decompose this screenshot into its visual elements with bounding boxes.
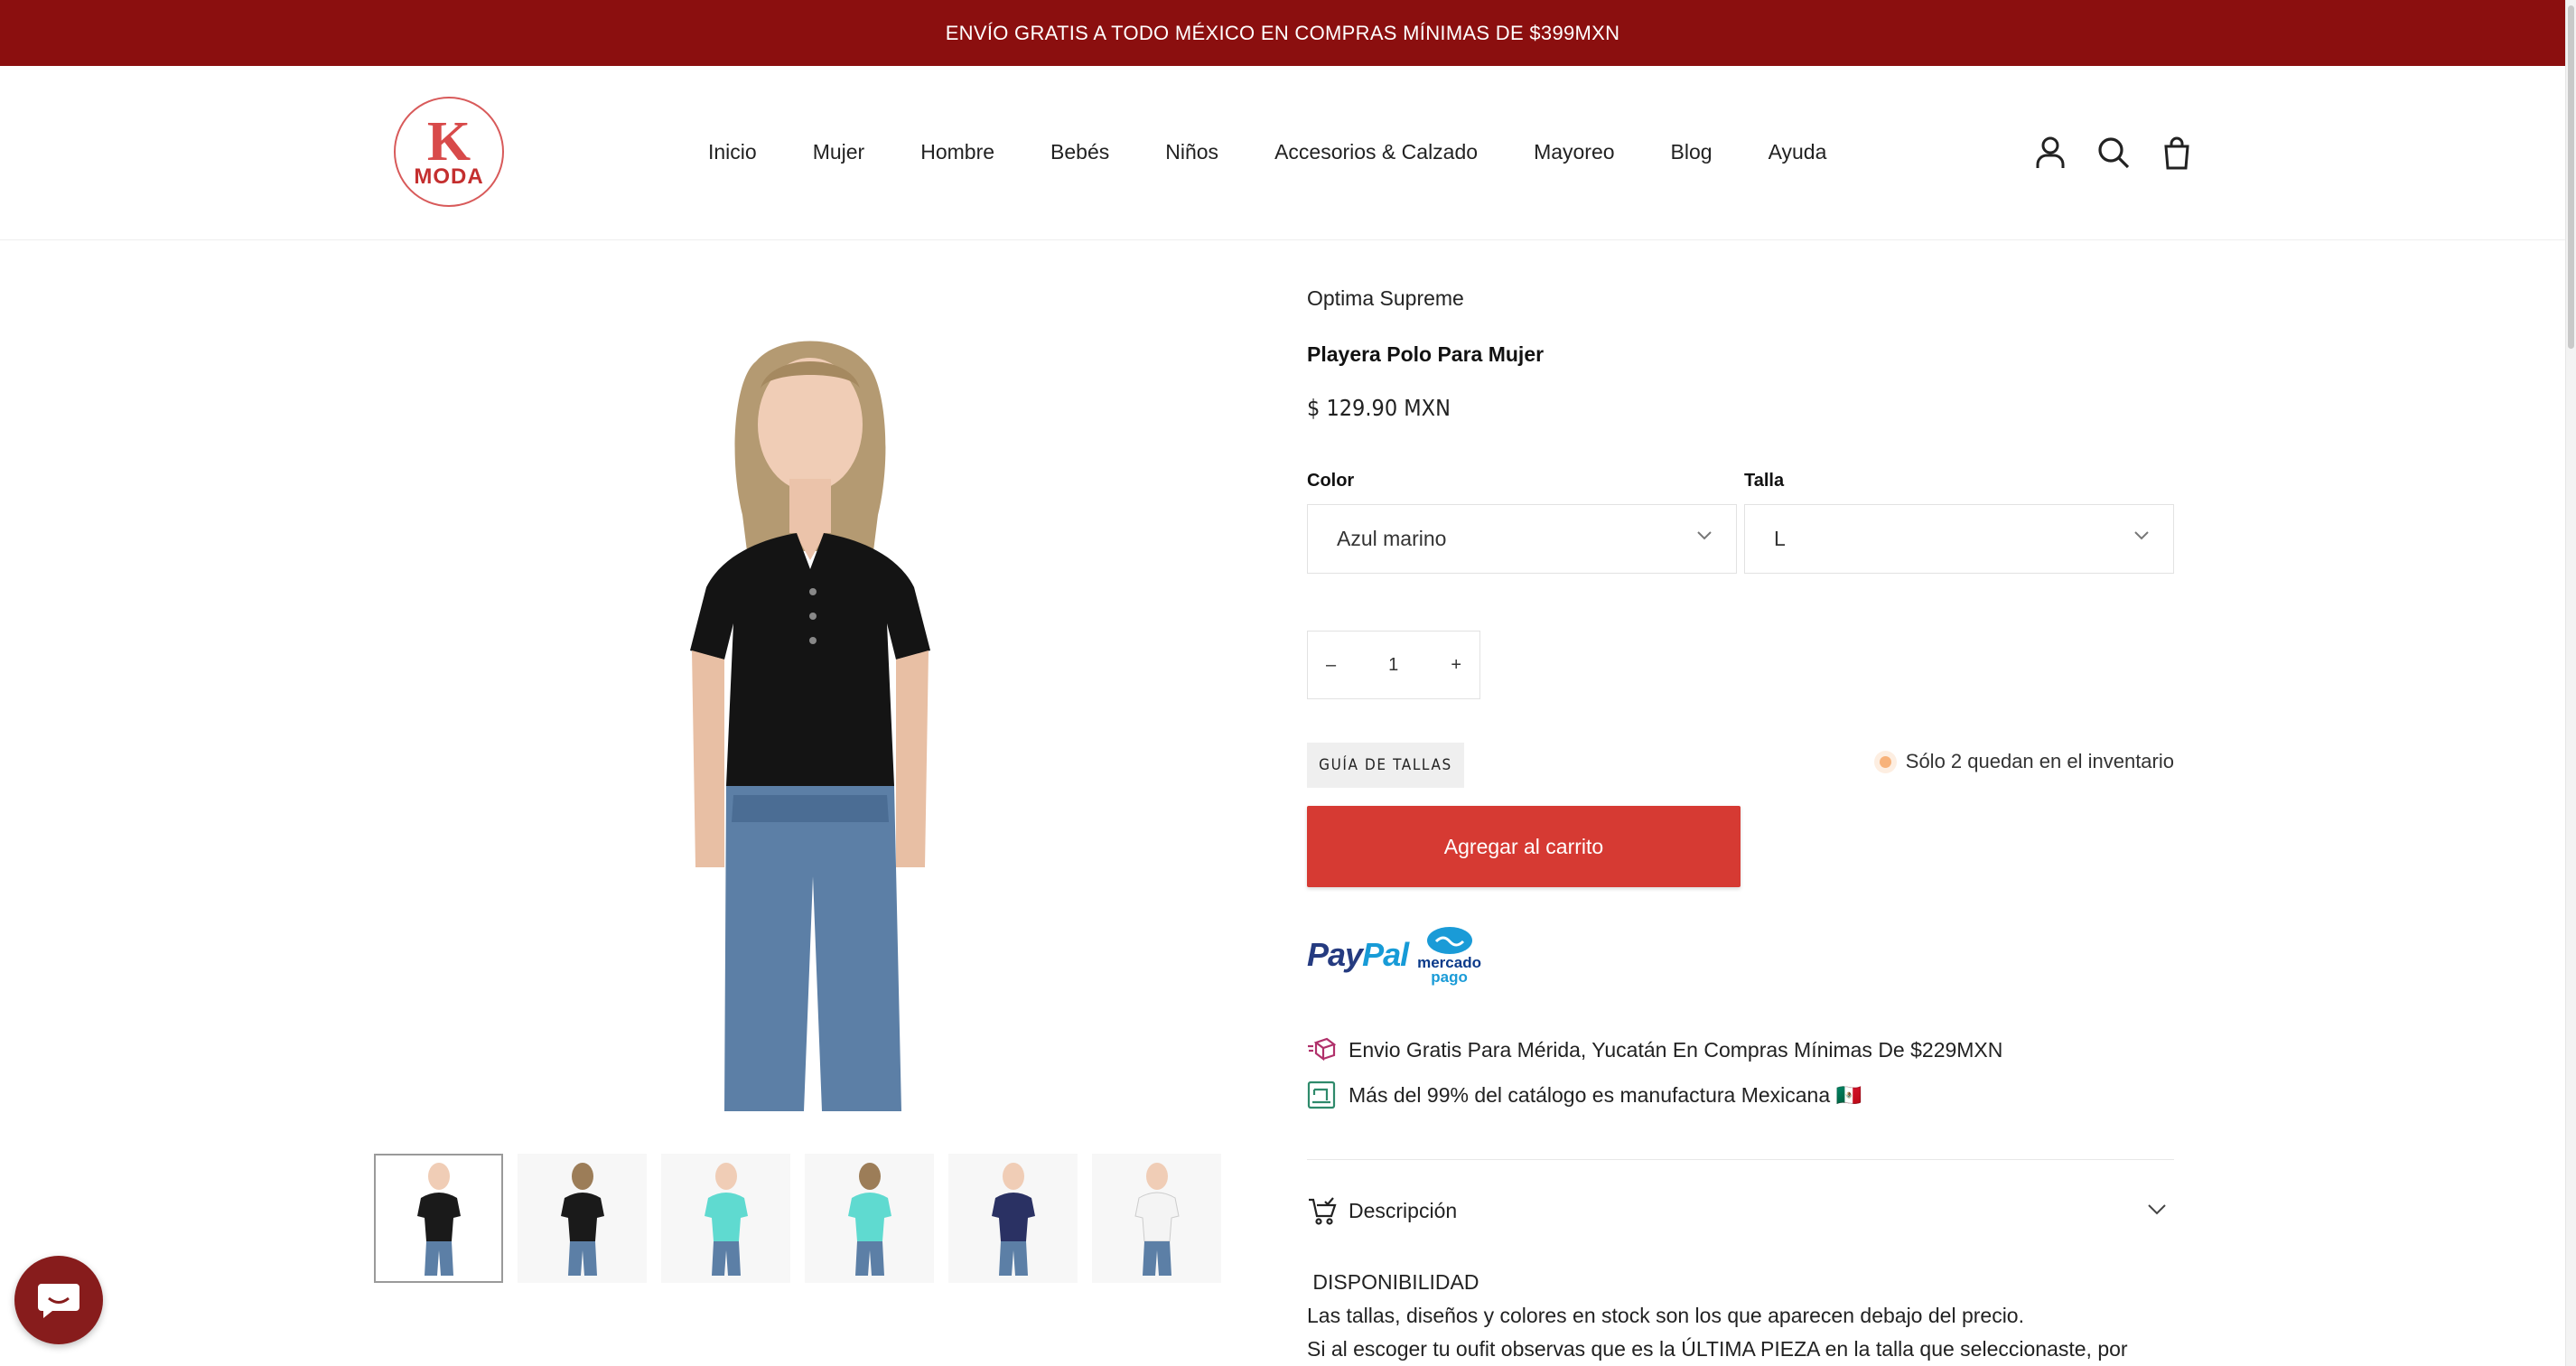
description-body: DISPONIBILIDAD Las tallas, diseños y col… — [1307, 1266, 2174, 1366]
description-line-3: Si al escoger tu oufit observas que es l… — [1307, 1337, 2128, 1361]
nav-item-blog[interactable]: Blog — [1671, 140, 1713, 164]
chevron-down-icon — [2148, 1204, 2166, 1215]
size-select-value: L — [1774, 527, 1786, 550]
nav-item-hombre[interactable]: Hombre — [920, 140, 994, 164]
stock-dot-icon — [1879, 755, 1891, 768]
nav-item-mujer[interactable]: Mujer — [813, 140, 865, 164]
chevron-down-icon — [1697, 531, 1712, 540]
logo-mark: K — [426, 111, 471, 173]
size-select[interactable]: L — [1744, 504, 2174, 574]
size-label: Talla — [1744, 471, 1785, 491]
thumbnail-2[interactable] — [518, 1154, 647, 1283]
payment-logos: PayPal mercado pago — [1307, 925, 1481, 985]
section-divider — [1307, 1159, 2174, 1160]
color-select[interactable]: Azul marino — [1307, 504, 1737, 574]
page-scrollbar[interactable] — [2565, 0, 2576, 1366]
site-header: K MODA Inicio Mujer Hombre Bebés Niños A… — [0, 66, 2565, 240]
product-price: $ 129.90 MXN — [1307, 395, 1451, 421]
thumbnail-4[interactable] — [805, 1154, 934, 1283]
paypal-logo: PayPal — [1307, 936, 1409, 974]
quantity-input[interactable]: 1 — [1388, 655, 1398, 676]
chat-launcher-button[interactable] — [14, 1256, 103, 1344]
scrollbar-thumb[interactable] — [2568, 5, 2574, 349]
description-line-2: Las tallas, diseños y colores en stock s… — [1307, 1304, 2024, 1327]
thumbnail-6[interactable] — [1092, 1154, 1221, 1283]
nav-item-ninos[interactable]: Niños — [1165, 140, 1218, 164]
chat-bubble-icon — [38, 1284, 79, 1318]
perk-shipping-text: Envio Gratis Para Mérida, Yucatán En Com… — [1349, 1037, 2003, 1062]
product-main-image[interactable] — [589, 280, 1022, 1111]
cart-check-icon — [1309, 1197, 1337, 1225]
package-icon — [1308, 1037, 1336, 1062]
announcement-bar: ENVÍO GRATIS A TODO MÉXICO EN COMPRAS MÍ… — [0, 0, 2565, 66]
mercadopago-logo: mercado pago — [1417, 925, 1481, 985]
search-icon[interactable] — [2095, 135, 2132, 171]
quantity-decrease-button[interactable]: – — [1326, 655, 1336, 676]
sewing-machine-icon — [1307, 1081, 1336, 1109]
logo-word: MODA — [414, 164, 484, 189]
nav-item-inicio[interactable]: Inicio — [708, 140, 757, 164]
stock-status: Sólo 2 quedan en el inventario — [1879, 750, 2174, 773]
thumbnail-3[interactable] — [661, 1154, 790, 1283]
perk-mexican-made-text: Más del 99% del catálogo es manufactura … — [1349, 1082, 1862, 1107]
header-actions — [2032, 135, 2195, 171]
paypal-logo-text-a: Pay — [1307, 936, 1363, 973]
size-guide-button[interactable]: GUÍA DE TALLAS — [1307, 743, 1464, 788]
product-title: Playera Polo Para Mujer — [1307, 342, 1545, 366]
description-accordion-toggle[interactable]: Descripción — [1307, 1196, 2174, 1225]
color-label: Color — [1307, 471, 1355, 491]
paypal-logo-text-b: Pal — [1362, 936, 1409, 973]
cart-icon[interactable] — [2159, 135, 2195, 171]
thumbnail-strip — [374, 1154, 1221, 1283]
thumbnail-5[interactable] — [948, 1154, 1078, 1283]
nav-item-ayuda[interactable]: Ayuda — [1769, 140, 1827, 164]
nav-item-mayoreo[interactable]: Mayoreo — [1534, 140, 1614, 164]
product-vendor[interactable]: Optima Supreme — [1307, 286, 1464, 311]
chevron-down-icon — [2134, 531, 2149, 540]
add-to-cart-button[interactable]: Agregar al carrito — [1307, 806, 1741, 887]
nav-item-bebes[interactable]: Bebés — [1050, 140, 1109, 164]
color-select-value: Azul marino — [1337, 527, 1447, 550]
main-nav: Inicio Mujer Hombre Bebés Niños Accesori… — [708, 140, 1826, 164]
thumbnail-1[interactable] — [374, 1154, 503, 1283]
announcement-text: ENVÍO GRATIS A TODO MÉXICO EN COMPRAS MÍ… — [945, 21, 1620, 44]
perk-shipping: Envio Gratis Para Mérida, Yucatán En Com… — [1307, 1037, 2002, 1062]
account-icon[interactable] — [2032, 135, 2068, 171]
perk-mexican-made: Más del 99% del catálogo es manufactura … — [1307, 1081, 1862, 1109]
quantity-increase-button[interactable]: + — [1451, 655, 1461, 676]
description-heading: Descripción — [1349, 1198, 1458, 1222]
stock-text: Sólo 2 quedan en el inventario — [1905, 750, 2174, 772]
mercadopago-text-b: pago — [1431, 968, 1468, 986]
quantity-stepper: – 1 + — [1307, 631, 1480, 699]
description-line-1: DISPONIBILIDAD — [1307, 1270, 1479, 1294]
nav-item-accesorios[interactable]: Accesorios & Calzado — [1274, 140, 1478, 164]
store-logo[interactable]: K MODA — [394, 97, 504, 207]
